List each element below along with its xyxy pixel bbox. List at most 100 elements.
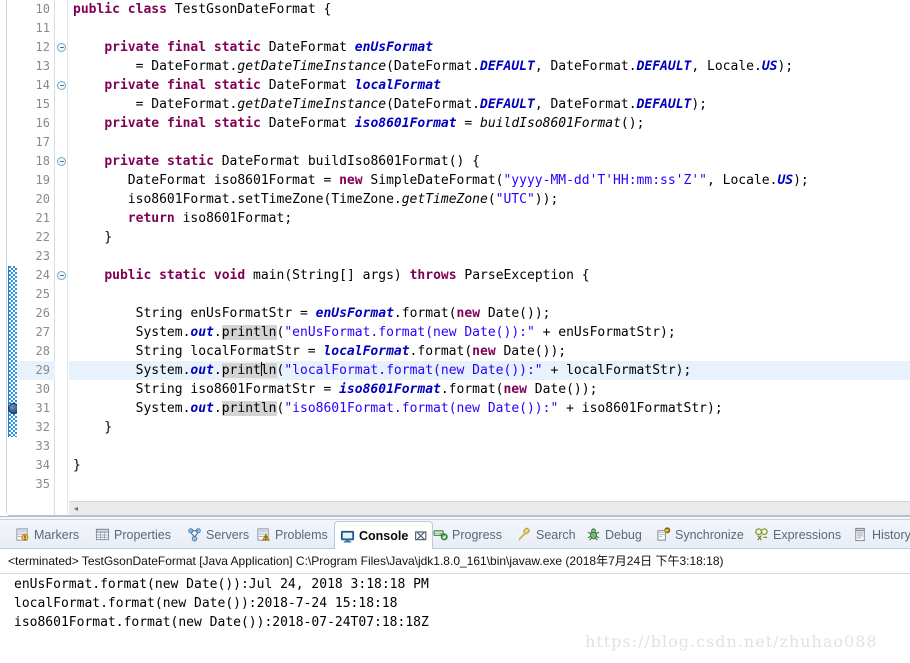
line-number: 18 (35, 154, 50, 168)
line-number: 35 (35, 477, 50, 491)
code-token: buildIso8601Format (480, 116, 621, 131)
view-tab-bar[interactable]: Markers Properties Servers Problems Console ⌧… (0, 519, 910, 550)
tab-debug[interactable]: Debug (581, 521, 647, 548)
code-token: "enUsFormat.format(new Date()):" (284, 325, 535, 340)
tab-label: Debug (605, 527, 642, 542)
code-line: private static DateFormat buildIso8601Fo… (69, 152, 480, 171)
tab-search[interactable]: Search (512, 521, 581, 548)
code-line: public static void main(String[] args) t… (69, 266, 589, 285)
code-line: public class TestGsonDateFormat { (69, 0, 331, 19)
code-token: out (190, 401, 214, 416)
tab-problems[interactable]: Problems (251, 521, 333, 548)
code-token: DEFAULT (636, 59, 692, 74)
code-token: = DateFormat. (73, 97, 238, 112)
code-token: } (73, 420, 113, 435)
scroll-left-arrow[interactable]: ◂ (71, 504, 81, 514)
code-token: String localFormatStr = (73, 344, 324, 359)
code-token: println (221, 325, 277, 340)
code-text-area[interactable]: public class TestGsonDateFormat { privat… (69, 0, 910, 501)
console-icon (340, 529, 355, 544)
tab-label: Markers (34, 527, 80, 542)
code-token: . (213, 363, 222, 378)
code-token: DateFormat iso8601Format = (73, 173, 340, 188)
line-number: 16 (35, 116, 50, 130)
line-number: 25 (35, 287, 50, 301)
watermark-text: https://blog.csdn.net/zhuhao088 (585, 632, 878, 651)
code-token: new (472, 344, 496, 359)
tab-properties[interactable]: Properties (90, 521, 176, 548)
code-token: , DateFormat. (534, 59, 637, 74)
code-token: final (166, 116, 207, 131)
tab-progress[interactable]: Progress (428, 521, 507, 548)
tab-label: Console (359, 529, 409, 543)
fold-collapse-icon[interactable] (57, 81, 66, 90)
line-number: 19 (35, 173, 50, 187)
close-icon[interactable]: ⌧ (414, 530, 427, 543)
code-line: private final static DateFormat enUsForm… (69, 38, 433, 57)
line-number-ruler: 10 11 12 13 14 15 16 17 18 19 20 21 22 23 24 25 26 27 28 29… (17, 0, 55, 515)
code-token: = DateFormat. (73, 59, 238, 74)
folding-column[interactable] (55, 0, 68, 515)
tab-label: Progress (452, 527, 503, 542)
code-token: . (213, 401, 222, 416)
code-line: String localFormatStr = localFormat.form… (69, 342, 567, 361)
code-token: ( (487, 192, 496, 207)
tab-label: Properties (114, 527, 171, 542)
code-token: = (456, 116, 481, 131)
code-line: private final static DateFormat iso8601F… (69, 114, 644, 133)
tab-markers[interactable]: Markers (10, 521, 84, 548)
line-number: 15 (35, 97, 50, 111)
code-token: static (166, 154, 214, 169)
code-token: getDateTimeInstance (237, 97, 387, 112)
code-token: , Locale. (706, 173, 778, 188)
code-token: "yyyy-MM-dd'T'HH:mm:ss'Z'" (503, 173, 707, 188)
tab-history[interactable]: History (848, 521, 910, 548)
line-number: 24 (35, 268, 50, 282)
line-number: 13 (35, 59, 50, 73)
line-number: 26 (35, 306, 50, 320)
console-launch-status: <terminated> TestGsonDateFormat [Java Ap… (0, 549, 910, 574)
code-token: .format( (393, 306, 457, 321)
code-line: } (69, 228, 112, 247)
code-token: ); (691, 97, 708, 112)
code-token: static (213, 40, 261, 55)
code-line: String enUsFormatStr = enUsFormat.format… (69, 304, 551, 323)
fold-collapse-icon[interactable] (57, 157, 66, 166)
code-token: ); (777, 59, 794, 74)
code-token: System. (73, 325, 191, 340)
code-token: new (456, 306, 481, 321)
console-output-line: enUsFormat.format(new Date()):Jul 24, 20… (14, 577, 429, 592)
editor-horizontal-scrollbar[interactable]: ◂ (69, 501, 910, 515)
code-token: Date()); (480, 306, 551, 321)
code-token: (DateFormat. (386, 97, 481, 112)
code-token: getTimeZone (401, 192, 488, 207)
tab-label: Synchronize (675, 527, 744, 542)
code-line: } (69, 418, 112, 437)
code-token: localFormat (323, 344, 410, 359)
code-token: class (127, 2, 167, 17)
tab-expressions[interactable]: Expressions (749, 521, 846, 548)
tab-servers[interactable]: Servers (182, 521, 254, 548)
line-number: 22 (35, 230, 50, 244)
code-token: println (221, 362, 277, 378)
code-token: )); (534, 192, 559, 207)
tab-console[interactable]: Console ⌧ (334, 521, 433, 550)
fold-collapse-icon[interactable] (57, 43, 66, 52)
tab-synchronize[interactable]: Synchronize (651, 521, 749, 548)
code-token: + iso8601FormatStr); (558, 401, 723, 416)
code-token: , Locale. (691, 59, 762, 74)
fold-collapse-icon[interactable] (57, 271, 66, 280)
code-token: (); (620, 116, 645, 131)
java-editor[interactable]: 10 11 12 13 14 15 16 17 18 19 20 21 22 23 24 25 26 27 28 29… (0, 0, 910, 517)
code-token: System. (73, 363, 191, 378)
code-token: .format( (409, 344, 473, 359)
